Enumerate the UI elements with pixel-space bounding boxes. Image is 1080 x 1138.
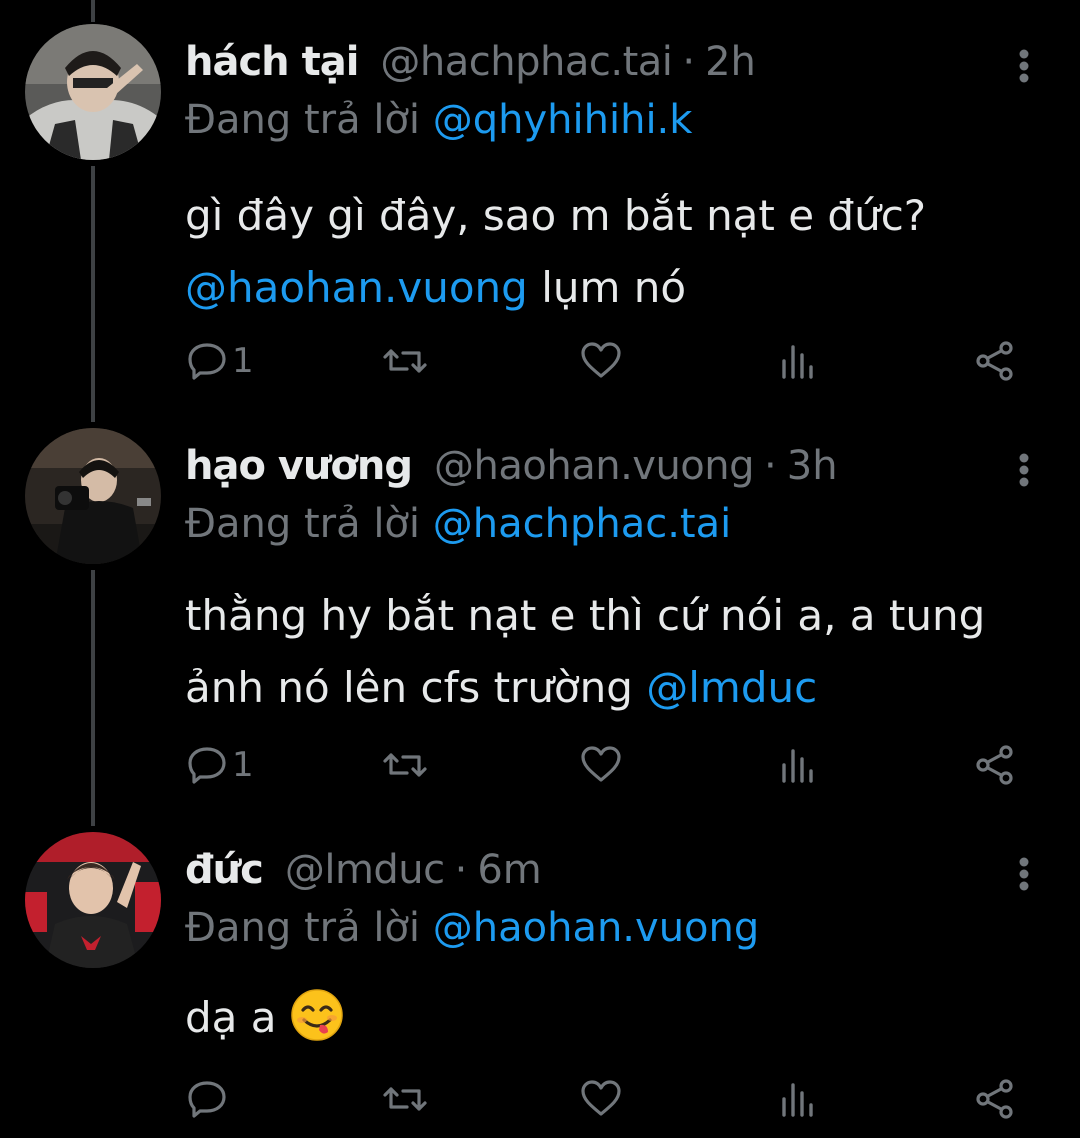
views-button[interactable] xyxy=(780,336,816,386)
more-options-button[interactable] xyxy=(1008,48,1040,88)
replying-label: Đang trả lời xyxy=(185,501,421,547)
user-handle[interactable]: @hachphac.tai xyxy=(380,30,672,94)
retweet-button[interactable] xyxy=(382,1074,428,1124)
timestamp[interactable]: 6m xyxy=(477,838,541,902)
timestamp[interactable]: 3h xyxy=(787,434,838,498)
tweet-text-fragment: ảnh nó lên cfs trường xyxy=(185,663,647,712)
user-handle[interactable]: @haohan.vuong xyxy=(434,434,755,498)
separator-dot: · xyxy=(454,847,468,893)
replying-label: Đang trả lời xyxy=(185,97,421,143)
share-icon xyxy=(976,745,1013,785)
avatar[interactable] xyxy=(25,428,161,564)
replying-to: Đang trả lời @hachphac.tai xyxy=(185,494,731,554)
reply-count: 1 xyxy=(232,341,254,381)
tweet-text: dạ a xyxy=(185,982,1045,1064)
user-handle[interactable]: @lmduc xyxy=(285,838,445,902)
more-vertical-icon xyxy=(1019,49,1029,83)
retweet-button[interactable] xyxy=(382,336,428,386)
like-button[interactable] xyxy=(580,740,622,790)
replying-to: Đang trả lời @qhyhihihi.k xyxy=(185,90,692,150)
retweet-icon xyxy=(383,753,427,777)
more-options-button[interactable] xyxy=(1008,452,1040,492)
replying-to-mention[interactable]: @hachphac.tai xyxy=(433,501,731,547)
reply-button[interactable] xyxy=(186,1074,232,1124)
views-icon xyxy=(782,1083,813,1117)
action-bar: 1 xyxy=(0,336,1080,386)
share-button[interactable] xyxy=(974,1074,1016,1124)
views-icon xyxy=(782,749,813,783)
display-name[interactable]: hách tại xyxy=(185,30,359,94)
share-button[interactable] xyxy=(974,336,1016,386)
tweet-header: hách tại @hachphac.tai · 2h xyxy=(185,30,756,94)
replying-to: Đang trả lời @haohan.vuong xyxy=(185,898,759,958)
reply-icon xyxy=(188,747,226,784)
retweet-icon xyxy=(383,1087,427,1111)
more-options-button[interactable] xyxy=(1008,856,1040,896)
thread-line-top xyxy=(91,0,95,22)
retweet-icon xyxy=(383,349,427,373)
more-vertical-icon xyxy=(1019,857,1029,891)
like-button[interactable] xyxy=(580,1074,622,1124)
yum-face-emoji xyxy=(290,988,344,1064)
separator-dot: · xyxy=(682,39,696,85)
reply-button[interactable]: 1 xyxy=(186,336,254,386)
action-bar: 1 xyxy=(0,740,1080,790)
views-button[interactable] xyxy=(780,740,816,790)
tweet-text-line: gì đây gì đây, sao m bắt nạt e đức? xyxy=(185,191,927,240)
tweet-header: đức @lmduc · 6m xyxy=(185,838,542,902)
more-vertical-icon xyxy=(1019,453,1029,487)
reply-count: 1 xyxy=(232,745,254,785)
display-name[interactable]: đức xyxy=(185,838,264,902)
share-button[interactable] xyxy=(974,740,1016,790)
tweet-text: gì đây gì đây, sao m bắt nạt e đức? @hao… xyxy=(185,180,1045,324)
tweet-header: hạo vương @haohan.vuong · 3h xyxy=(185,434,838,498)
mention-link[interactable]: @haohan.vuong xyxy=(185,263,528,312)
tweet[interactable]: hạo vương @haohan.vuong · 3h Đang trả lờ… xyxy=(0,428,1080,814)
views-icon xyxy=(782,345,813,379)
tweet[interactable]: đức @lmduc · 6m Đang trả lời @haohan.vuo… xyxy=(0,832,1080,1138)
tweet-text-line: dạ a xyxy=(185,993,290,1042)
share-icon xyxy=(976,341,1013,381)
action-bar xyxy=(0,1074,1080,1124)
display-name[interactable]: hạo vương xyxy=(185,434,413,498)
tweet-text-fragment: lụm nó xyxy=(527,263,687,312)
heart-icon xyxy=(581,746,621,782)
heart-icon xyxy=(581,1080,621,1116)
avatar[interactable] xyxy=(25,832,161,968)
reply-icon xyxy=(188,343,226,380)
views-button[interactable] xyxy=(780,1074,816,1124)
replying-label: Đang trả lời xyxy=(185,905,421,951)
separator-dot: · xyxy=(764,443,777,489)
reply-icon xyxy=(188,1081,226,1118)
retweet-button[interactable] xyxy=(382,740,428,790)
tweet-text: thằng hy bắt nạt e thì cứ nói a, a tung … xyxy=(185,580,1045,724)
like-button[interactable] xyxy=(580,336,622,386)
heart-icon xyxy=(581,342,621,378)
replying-to-mention[interactable]: @qhyhihihi.k xyxy=(433,97,693,143)
timestamp[interactable]: 2h xyxy=(705,30,756,94)
tweet[interactable]: hách tại @hachphac.tai · 2h Đang trả lời… xyxy=(0,24,1080,410)
avatar[interactable] xyxy=(25,24,161,160)
replying-to-mention[interactable]: @haohan.vuong xyxy=(433,905,760,951)
tweet-text-line: thằng hy bắt nạt e thì cứ nói a, a tung xyxy=(185,591,986,640)
mention-link[interactable]: @lmduc xyxy=(646,663,817,712)
share-icon xyxy=(976,1079,1013,1119)
reply-button[interactable]: 1 xyxy=(186,740,254,790)
